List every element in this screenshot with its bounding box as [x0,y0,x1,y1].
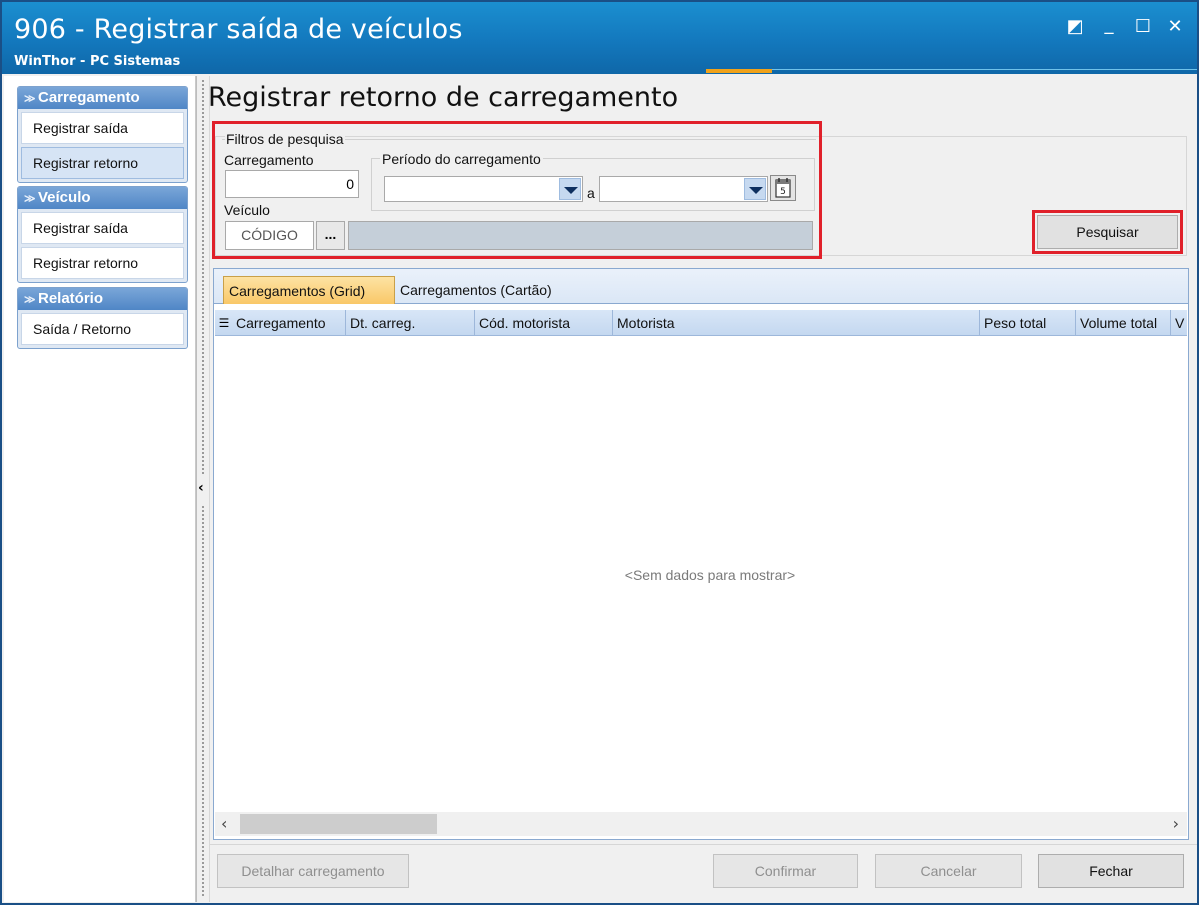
fechar-button[interactable]: Fechar [1038,854,1184,888]
minimize-icon[interactable]: _ [1098,14,1120,36]
restore-icon[interactable]: ◩ [1064,16,1086,38]
sidebar-group-label: Veículo [38,189,91,206]
scrollbar-thumb[interactable] [240,814,437,834]
sidebar-item-registrar-retorno-veiculo[interactable]: Registrar retorno [21,247,184,279]
sidebar-group-label: Relatório [38,290,104,307]
chevron-double-down-icon: ≫ [24,93,36,105]
window-subtitle: WinThor - PC Sistemas [14,54,181,69]
pesquisar-highlight-box [1032,210,1183,254]
sidebar-group-carregamento: ≫ Carregamento Registrar saída Registrar … [17,86,188,183]
scroll-left-icon[interactable]: ‹ [221,814,227,833]
col-header-cod-motorista[interactable]: Cód. motorista [475,310,613,336]
sidebar-group-veiculo: ≫ Veículo Registrar saída Registrar retor… [17,186,188,283]
chevron-double-down-icon: ≫ [24,193,36,205]
sidebar-group-relatorio: ≫ Relatório Saída / Retorno [17,287,188,349]
footer-separator [210,844,1197,845]
sidebar-group-header[interactable]: ≫ Veículo [18,187,187,209]
col-header-v[interactable]: V [1171,310,1187,336]
close-icon[interactable]: ✕ [1164,16,1186,38]
scroll-right-icon[interactable]: › [1173,814,1179,833]
confirmar-button[interactable]: Confirmar [713,854,858,888]
sidebar-splitter[interactable]: ‹ [196,76,210,902]
window-title: 906 - Registrar saída de veículos [14,14,463,45]
tab-carregamentos-grid[interactable]: Carregamentos (Grid) [223,276,395,304]
sidebar-item-registrar-retorno-carregamento[interactable]: Registrar retorno [21,147,184,179]
sidebar-item-saida-retorno[interactable]: Saída / Retorno [21,313,184,345]
grid-empty-message: <Sem dados para mostrar> [624,567,796,583]
col-header-carregamento[interactable]: Carregamento [232,310,346,336]
tab-carregamentos-cartao[interactable]: Carregamentos (Cartão) [395,276,557,304]
grid-header: ☰ Carregamento Dt. carreg. Cód. motorist… [215,310,1187,336]
maximize-icon[interactable]: ☐ [1132,16,1154,38]
title-accent-bar [706,69,772,73]
detalhar-carregamento-button[interactable]: Detalhar carregamento [217,854,409,888]
col-header-dt-carreg[interactable]: Dt. carreg. [346,310,475,336]
sidebar-item-registrar-saida-veiculo[interactable]: Registrar saída [21,212,184,244]
filters-highlight-box [212,121,822,259]
sidebar-group-header[interactable]: ≫ Relatório [18,288,187,310]
splitter-grip [202,506,204,896]
app-window: 906 - Registrar saída de veículos WinTho… [0,0,1199,905]
sidebar-group-header[interactable]: ≫ Carregamento [18,87,187,109]
collapse-sidebar-icon[interactable]: ‹ [198,480,210,496]
results-panel [213,268,1189,840]
sidebar: ≫ Carregamento Registrar saída Registrar … [4,76,196,902]
sidebar-item-registrar-saida-carregamento[interactable]: Registrar saída [21,112,184,144]
column-chooser-icon[interactable]: ☰ [217,315,231,331]
page-title: Registrar retorno de carregamento [208,82,679,113]
grid-horizontal-scrollbar[interactable]: ‹ › [215,812,1187,836]
cancelar-button[interactable]: Cancelar [875,854,1022,888]
sidebar-group-label: Carregamento [38,89,140,106]
chevron-double-down-icon: ≫ [24,294,36,306]
col-header-motorista[interactable]: Motorista [613,310,980,336]
title-accent-line [772,69,1197,70]
col-header-peso-total[interactable]: Peso total [980,310,1076,336]
splitter-grip [202,80,204,476]
col-header-volume-total[interactable]: Volume total [1076,310,1171,336]
title-bar: 906 - Registrar saída de veículos WinTho… [2,2,1197,74]
